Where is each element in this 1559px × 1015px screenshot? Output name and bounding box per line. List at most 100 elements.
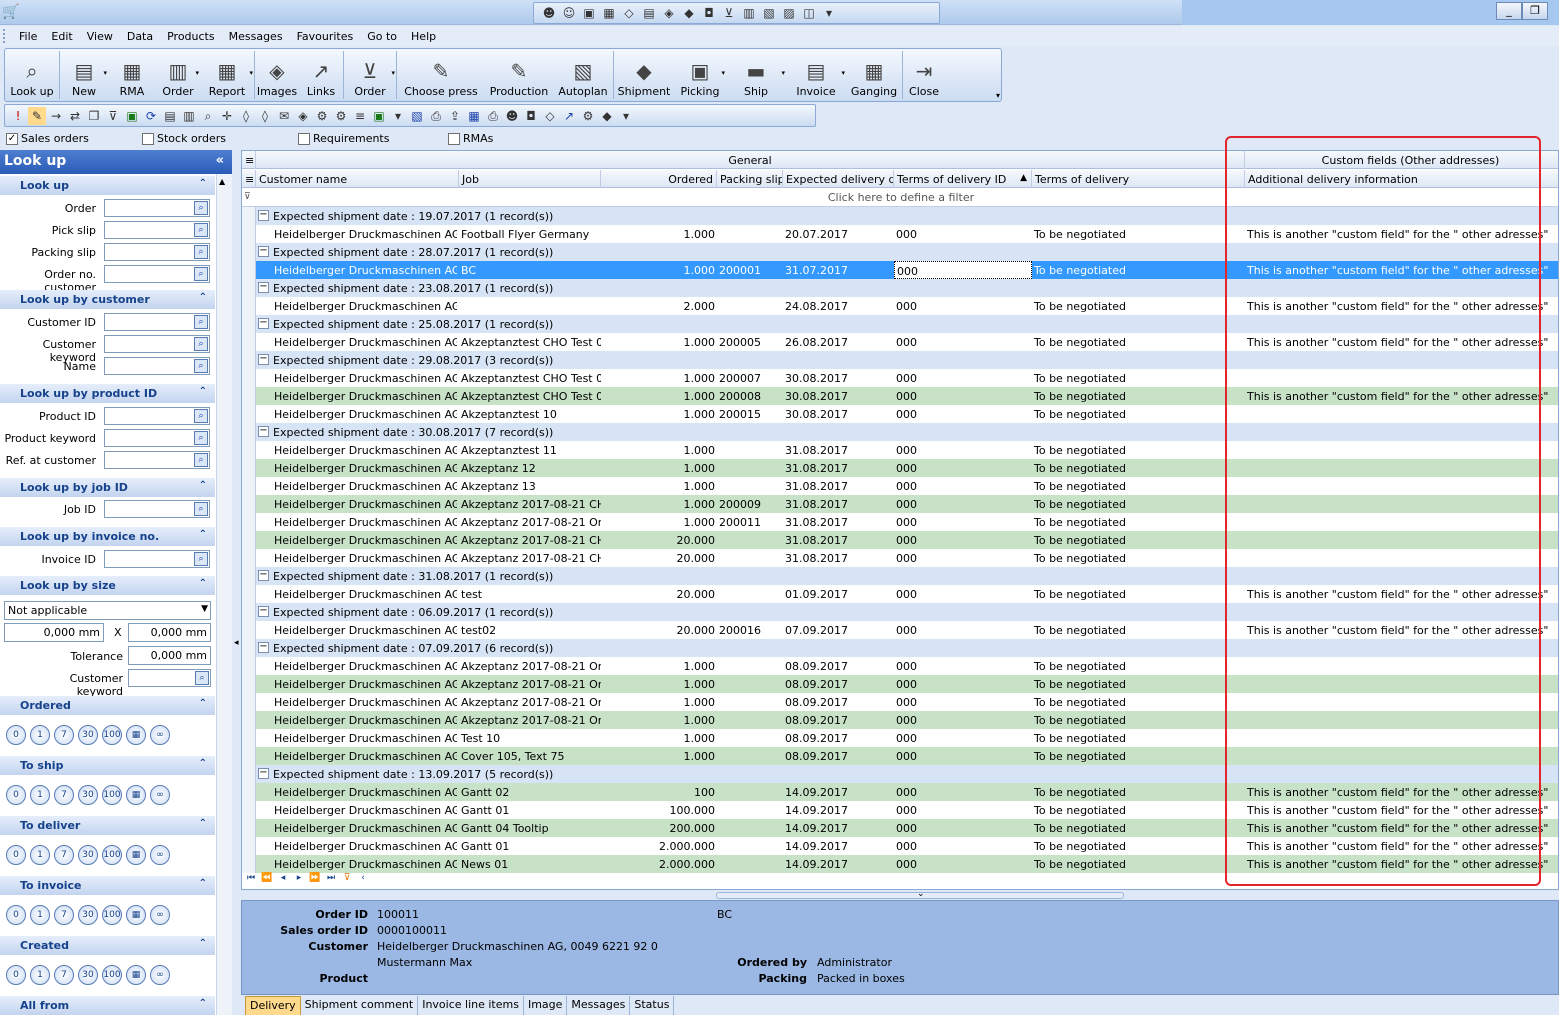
col-expected-delivery[interactable]: Expected delivery dat	[783, 170, 894, 188]
lookup-icon[interactable]: ⌕	[194, 267, 208, 281]
dropdown-arrow-icon[interactable]: ▾	[781, 69, 785, 77]
range-0-button[interactable]: 0	[6, 965, 26, 985]
chevron-up-icon[interactable]: ⌃	[199, 529, 207, 540]
invoice-id-input[interactable]: ⌕	[104, 550, 210, 568]
copy-icon[interactable]: ❐	[85, 107, 103, 125]
collapse-group-icon[interactable]: −	[258, 426, 269, 437]
range-1-button[interactable]: 1	[30, 965, 50, 985]
tab-image[interactable]: Image	[524, 996, 568, 1015]
panel-splitter[interactable]: ◂	[233, 150, 241, 1015]
doc-icon[interactable]: ▥	[180, 107, 198, 125]
customer-id-input[interactable]: ⌕	[104, 313, 210, 331]
sales-orders-checkbox[interactable]: ✓ Sales orders	[6, 132, 89, 145]
qat-calc-icon[interactable]: ▤	[640, 5, 658, 21]
chevron-down-icon[interactable]: ⌄	[917, 889, 925, 899]
calendar-icon[interactable]: ▦	[126, 845, 146, 865]
checkbox-box[interactable]	[142, 132, 154, 145]
eraser2-icon[interactable]: ◊	[256, 107, 274, 125]
minimize-button[interactable]: _	[1496, 2, 1522, 20]
prev-record-icon[interactable]: ◂	[276, 873, 290, 889]
qat-book-icon[interactable]: ▥	[740, 5, 758, 21]
print-icon[interactable]: ⎙	[427, 107, 445, 125]
qat-user2-icon[interactable]: ☺	[560, 5, 578, 21]
chevron-up-icon[interactable]: ⌃	[199, 480, 207, 491]
look-up-button[interactable]: ⌕ Look up	[5, 49, 59, 101]
first-record-icon[interactable]: ⏮	[244, 873, 258, 889]
filter-icon[interactable]: ⊽	[104, 107, 122, 125]
dropdown-arrow-icon[interactable]: ▾	[841, 69, 845, 77]
choose-press-button[interactable]: ✎ Choose press	[397, 49, 485, 101]
qat-paste-icon[interactable]: ▨	[780, 5, 798, 21]
arrow-left-icon[interactable]: ⇄	[66, 107, 84, 125]
tab-messages[interactable]: Messages	[567, 996, 631, 1015]
collapse-group-icon[interactable]: −	[258, 210, 269, 221]
name-input[interactable]: ⌕	[104, 357, 210, 375]
lookup-icon[interactable]: ⌕	[194, 453, 208, 467]
section-all-from[interactable]: All from ⌃	[0, 996, 215, 1015]
section-invoice[interactable]: Look up by invoice no. ⌃	[0, 527, 215, 546]
lookup-panel-scrollbar[interactable]: ▲	[216, 174, 232, 1015]
lookup-icon[interactable]: ⌕	[194, 409, 208, 423]
dropdown-icon[interactable]: ▾	[389, 107, 407, 125]
collapse-group-icon[interactable]: −	[258, 570, 269, 581]
print2-icon[interactable]: ⎙	[484, 107, 502, 125]
collapse-group-icon[interactable]: −	[258, 642, 269, 653]
chevron-up-icon[interactable]: ⌃	[199, 878, 207, 889]
next-record-icon[interactable]: ▸	[292, 873, 306, 889]
range-30-button[interactable]: 30	[78, 965, 98, 985]
checkbox-box[interactable]	[298, 132, 310, 145]
gear2-icon[interactable]: ⚙	[332, 107, 350, 125]
range-0-button[interactable]: 0	[6, 725, 26, 745]
size-width-input[interactable]: 0,000 mm	[4, 623, 104, 642]
export-icon[interactable]: ⇪	[446, 107, 464, 125]
settings-icon[interactable]: ⚙	[579, 107, 597, 125]
qat-cart-icon[interactable]: ⊻	[720, 5, 738, 21]
prev-page-icon[interactable]: ⏪	[260, 873, 274, 889]
lookup-icon[interactable]: ⌕	[195, 671, 209, 685]
range-100-button[interactable]: 100	[102, 965, 122, 985]
toolbar-overflow-icon[interactable]: ▾	[996, 91, 1000, 100]
col-terms-id[interactable]: Terms of delivery ID ▲	[894, 170, 1032, 188]
menu-help[interactable]: Help	[404, 30, 443, 43]
infinity-icon[interactable]: ∞	[150, 725, 170, 745]
col-customer-name[interactable]: Customer name	[256, 170, 459, 188]
order-button[interactable]: ▥ Order ▾	[156, 49, 200, 101]
qat-exit-icon[interactable]: ◫	[800, 5, 818, 21]
pdf-icon[interactable]: ▤	[161, 107, 179, 125]
links-button[interactable]: ↗ Links	[299, 49, 343, 101]
infinity-icon[interactable]: ∞	[150, 965, 170, 985]
infinity-icon[interactable]: ∞	[150, 845, 170, 865]
chevron-down-icon[interactable]: ▼	[201, 604, 208, 614]
product-keyword-input[interactable]: ⌕	[104, 429, 210, 447]
tolerance-input[interactable]: 0,000 mm	[128, 646, 211, 665]
order-no-customer-input[interactable]: ⌕	[104, 265, 210, 283]
calendar-icon[interactable]: ▦	[126, 965, 146, 985]
user-icon[interactable]: ☻	[503, 107, 521, 125]
qat-open-icon[interactable]: ▧	[760, 5, 778, 21]
filter-icon[interactable]: ⊽	[244, 192, 251, 202]
menu-favourites[interactable]: Favourites	[290, 30, 361, 43]
range-30-button[interactable]: 30	[78, 725, 98, 745]
calendar-icon[interactable]: ▦	[126, 725, 146, 745]
scroll-left-icon[interactable]: ‹	[356, 873, 370, 889]
column-chooser-icon[interactable]: ≡	[242, 170, 256, 188]
range-30-button[interactable]: 30	[78, 845, 98, 865]
box-icon[interactable]: ◈	[294, 107, 312, 125]
range-1-button[interactable]: 1	[30, 845, 50, 865]
range-30-button[interactable]: 30	[78, 785, 98, 805]
section-to-deliver[interactable]: To deliver ⌃	[0, 816, 215, 835]
details-splitter[interactable]: ⌄	[716, 889, 1124, 899]
cubes-icon[interactable]: ◆	[598, 107, 616, 125]
arrow-right-icon[interactable]: →	[47, 107, 65, 125]
qat-cube-icon[interactable]: ◘	[700, 5, 718, 21]
section-created[interactable]: Created ⌃	[0, 936, 215, 955]
section-lookup[interactable]: Look up ⌃	[0, 176, 215, 195]
qat-folder-icon[interactable]: ▣	[580, 5, 598, 21]
section-size[interactable]: Look up by size ⌃	[0, 576, 215, 595]
lookup-icon[interactable]: ⌕	[194, 337, 208, 351]
lookup-icon[interactable]: ⌕	[194, 502, 208, 516]
size-height-input[interactable]: 0,000 mm	[128, 623, 211, 642]
calendar-icon[interactable]: ▦	[126, 905, 146, 925]
tab-status[interactable]: Status	[630, 996, 675, 1015]
excel2-icon[interactable]: ▣	[370, 107, 388, 125]
